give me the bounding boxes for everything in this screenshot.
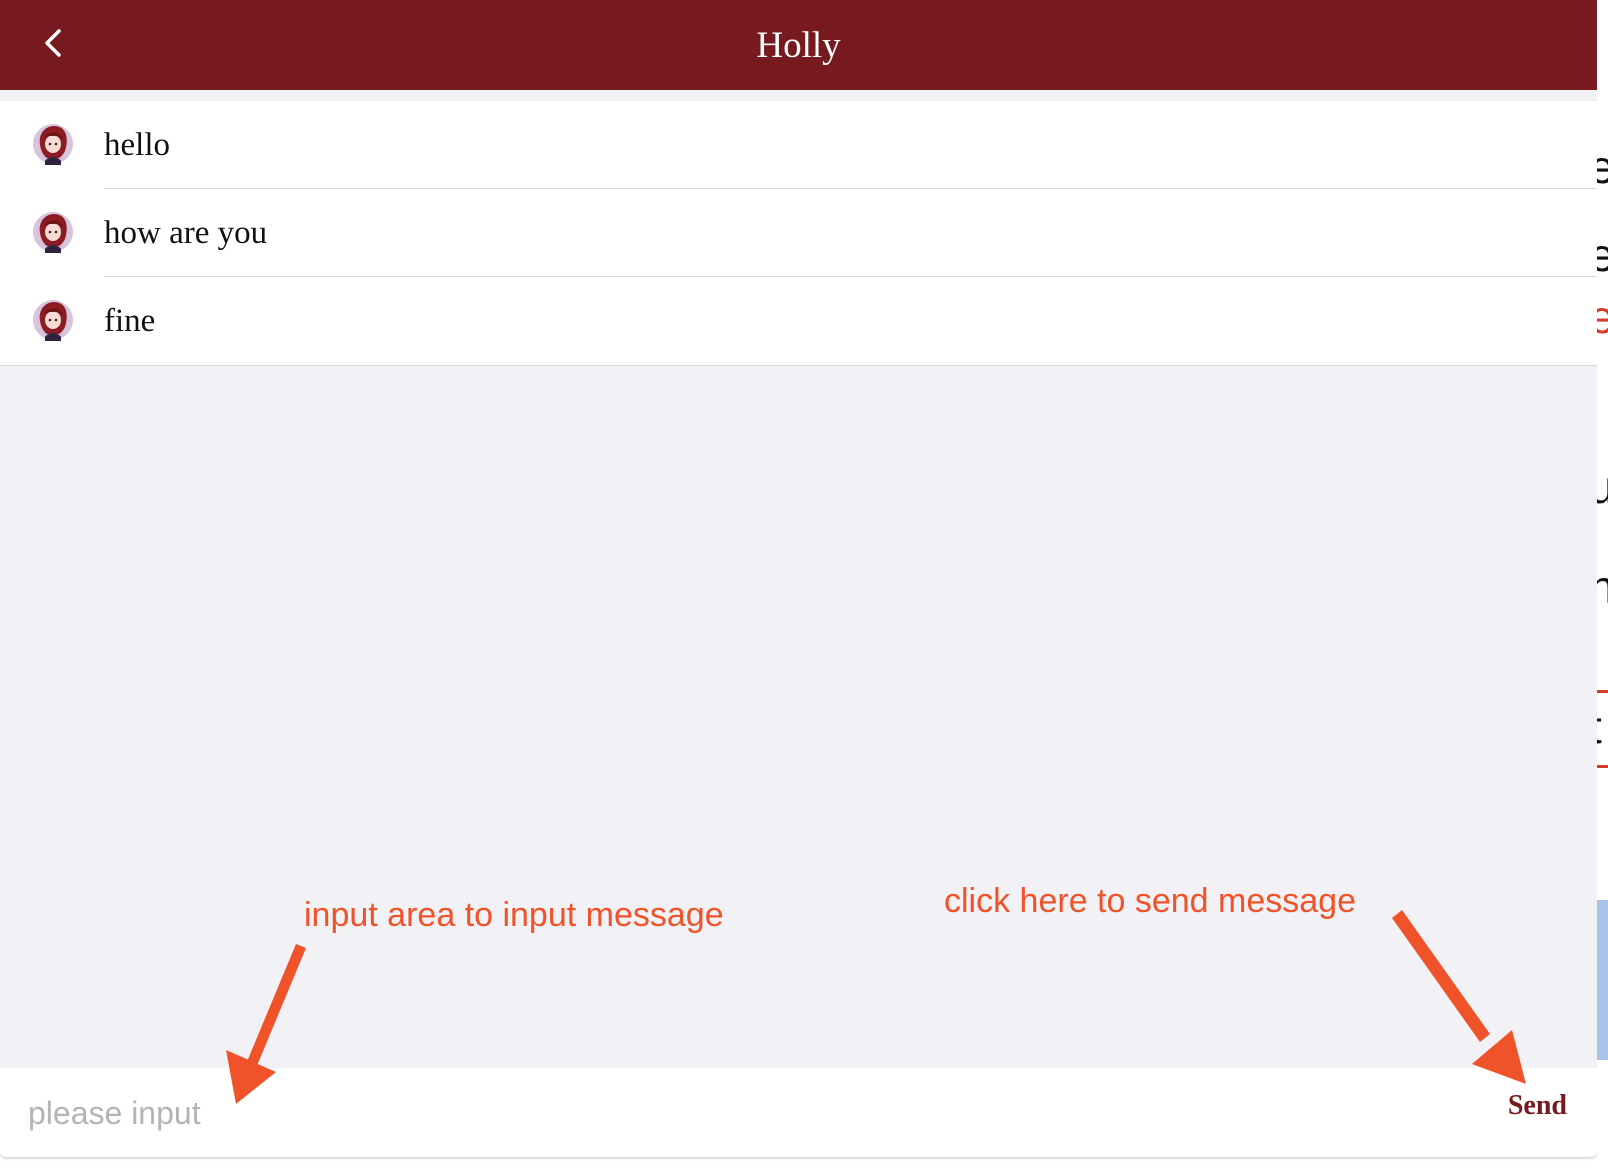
chat-window: Holly hello how are you fine please inpu… bbox=[0, 0, 1597, 1157]
message-text: fine bbox=[104, 303, 156, 339]
send-hint-annotation: click here to send message bbox=[944, 882, 1356, 920]
background-panel bbox=[1597, 900, 1608, 1060]
background-glyph: e bbox=[1597, 140, 1608, 194]
chat-title: Holly bbox=[756, 25, 841, 66]
message-item: fine bbox=[0, 277, 1597, 365]
message-list: hello how are you fine bbox=[0, 100, 1597, 366]
message-composer: Send bbox=[0, 1068, 1597, 1157]
back-button[interactable] bbox=[30, 22, 76, 68]
input-hint-annotation: input area to input message bbox=[304, 896, 724, 934]
background-rule bbox=[1597, 765, 1608, 768]
background-glyph: e bbox=[1597, 290, 1608, 344]
background-window-edge: e e e u n t bbox=[1597, 0, 1608, 1166]
background-glyph: e bbox=[1597, 228, 1608, 282]
user-avatar-icon bbox=[32, 211, 74, 253]
background-glyph: u bbox=[1597, 460, 1608, 514]
chat-header: Holly bbox=[0, 0, 1597, 90]
message-input[interactable] bbox=[28, 1086, 1448, 1140]
background-glyph: n bbox=[1597, 560, 1608, 614]
background-glyph: t bbox=[1597, 700, 1602, 754]
background-rule bbox=[1597, 690, 1608, 693]
message-text: hello bbox=[104, 127, 170, 163]
message-item: how are you bbox=[0, 189, 1597, 277]
user-avatar-icon bbox=[32, 299, 74, 341]
message-item: hello bbox=[0, 101, 1597, 189]
send-button[interactable]: Send bbox=[1508, 1090, 1567, 1122]
chevron-left-icon bbox=[41, 27, 65, 64]
user-avatar-icon bbox=[32, 123, 74, 165]
message-text: how are you bbox=[104, 215, 268, 251]
